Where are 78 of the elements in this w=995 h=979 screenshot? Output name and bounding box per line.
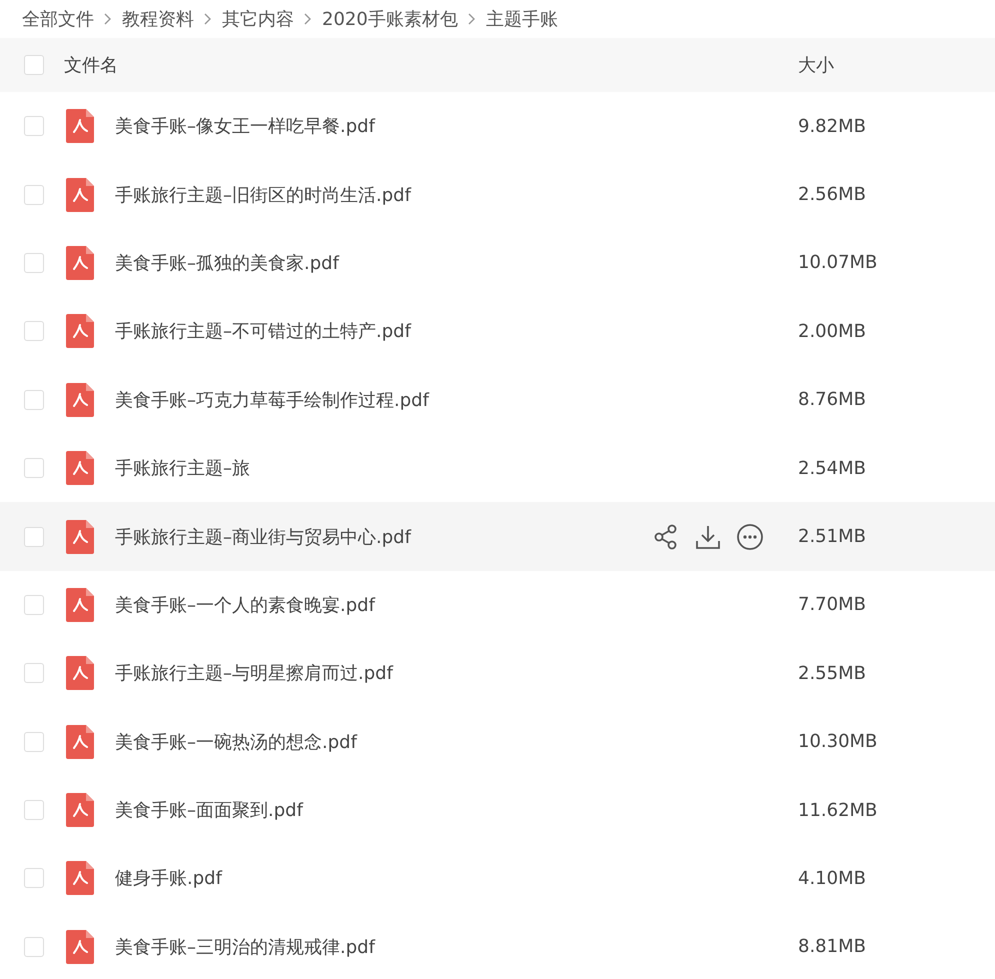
file-row[interactable]: 健身手账.pdf 4.10MB xyxy=(0,844,995,913)
column-header[interactable]: 大小 xyxy=(798,53,995,77)
pdf-file-icon xyxy=(66,314,94,348)
row-checkbox[interactable] xyxy=(24,800,44,820)
file-row[interactable]: 美食手账–面面聚到.pdf 11.62MB xyxy=(0,776,995,844)
breadcrumb-link[interactable]: 2020手账素材包 xyxy=(322,7,458,31)
file-row[interactable]: 手账旅行主题–旅 2.54MB xyxy=(0,434,995,502)
pdf-file-icon xyxy=(66,930,94,964)
pdf-file-icon xyxy=(66,109,94,144)
file-row[interactable]: 手账旅行主题–商业街与贸易中心.pdf 2.51MB xyxy=(0,502,995,571)
breadcrumb-link[interactable]: 全部文件 xyxy=(22,7,94,31)
file-name[interactable]: 美食手账–一个人的素食晚宴.pdf xyxy=(115,592,375,617)
row-checkbox[interactable] xyxy=(24,526,44,547)
row-checkbox[interactable] xyxy=(24,116,44,136)
file-size: 2.56MB xyxy=(798,184,867,206)
file-name[interactable]: 美食手账–面面聚到.pdf xyxy=(115,798,303,822)
file-row[interactable]: 美食手账–三明治的清规戒律.pdf 8.81MB xyxy=(0,912,995,979)
file-row[interactable]: 美食手账–巧克力草莓手绘制作过程.pdf 8.76MB xyxy=(0,366,995,434)
select-all-checkbox[interactable] xyxy=(24,55,44,75)
file-size: 2.51MB xyxy=(798,526,867,548)
file-size: 4.10MB xyxy=(798,868,867,889)
file-size: 2.00MB xyxy=(798,320,867,342)
file-row[interactable]: 美食手账–孤独的美食家.pdf 10.07MB xyxy=(0,228,995,298)
file-name[interactable]: 手账旅行主题–商业街与贸易中心.pdf xyxy=(115,524,411,549)
file-row[interactable]: 美食手账–像女王一样吃早餐.pdf 9.82MB xyxy=(0,92,995,160)
more-icon[interactable] xyxy=(736,522,764,551)
row-checkbox[interactable] xyxy=(24,184,44,205)
pdf-file-icon xyxy=(66,451,94,486)
row-checkbox[interactable] xyxy=(24,252,44,273)
file-size: 9.82MB xyxy=(798,116,867,137)
file-name[interactable]: 手账旅行主题–旧街区的时尚生活.pdf xyxy=(115,182,411,207)
row-checkbox[interactable] xyxy=(24,390,44,410)
chevron-icon xyxy=(204,13,212,25)
row-checkbox[interactable] xyxy=(24,732,44,752)
chevron-icon xyxy=(104,13,112,25)
row-checkbox[interactable] xyxy=(24,458,44,478)
file-name[interactable]: 美食手账–孤独的美食家.pdf xyxy=(115,250,339,275)
row-checkbox[interactable] xyxy=(24,321,44,342)
row-checkbox[interactable] xyxy=(24,594,44,615)
breadcrumb-link[interactable]: 其它内容 xyxy=(222,7,294,31)
file-size: 8.81MB xyxy=(798,936,867,958)
pdf-file-icon xyxy=(66,246,94,280)
file-name[interactable]: 美食手账–巧克力草莓手绘制作过程.pdf xyxy=(115,388,429,412)
pdf-file-icon xyxy=(66,656,94,690)
chevron-icon xyxy=(468,13,476,25)
file-size: 11.62MB xyxy=(798,800,878,821)
file-size: 10.30MB xyxy=(798,731,878,752)
row-checkbox[interactable] xyxy=(24,663,44,684)
column-header[interactable]: 文件名 xyxy=(64,53,118,77)
file-size: 7.70MB xyxy=(798,594,867,616)
pdf-file-icon xyxy=(66,382,94,417)
file-size: 8.76MB xyxy=(798,389,867,410)
pdf-file-icon xyxy=(66,861,94,896)
row-checkbox[interactable] xyxy=(24,868,44,888)
file-row[interactable]: 手账旅行主题–不可错过的土特产.pdf 2.00MB xyxy=(0,297,995,366)
file-size: 2.55MB xyxy=(798,662,867,684)
file-row[interactable]: 手账旅行主题–旧街区的时尚生活.pdf 2.56MB xyxy=(0,160,995,229)
file-name[interactable]: 美食手账–三明治的清规戒律.pdf xyxy=(115,934,375,959)
file-name[interactable]: 健身手账.pdf xyxy=(115,866,222,890)
file-size: 10.07MB xyxy=(798,252,878,274)
file-name[interactable]: 手账旅行主题–旅 xyxy=(115,456,250,480)
file-row[interactable]: 美食手账–一个人的素食晚宴.pdf 7.70MB xyxy=(0,570,995,640)
file-name[interactable]: 美食手账–像女王一样吃早餐.pdf xyxy=(115,114,375,138)
file-name[interactable]: 美食手账–一碗热汤的想念.pdf xyxy=(115,730,357,754)
pdf-file-icon xyxy=(66,520,94,554)
file-size: 2.54MB xyxy=(798,458,867,479)
pdf-file-icon xyxy=(66,724,94,759)
file-row[interactable]: 美食手账–一碗热汤的想念.pdf 10.30MB xyxy=(0,708,995,776)
file-name[interactable]: 手账旅行主题–不可错过的土特产.pdf xyxy=(115,319,411,344)
breadcrumb-link[interactable]: 教程资料 xyxy=(122,7,194,31)
chevron-icon xyxy=(304,13,312,25)
file-row[interactable]: 手账旅行主题–与明星擦肩而过.pdf 2.55MB xyxy=(0,639,995,708)
row-checkbox[interactable] xyxy=(24,936,44,957)
pdf-file-icon xyxy=(66,793,94,828)
breadcrumb-link[interactable]: 主题手账 xyxy=(486,7,558,31)
pdf-file-icon xyxy=(66,588,94,622)
pdf-file-icon xyxy=(66,178,94,212)
file-name[interactable]: 手账旅行主题–与明星擦肩而过.pdf xyxy=(115,661,393,686)
